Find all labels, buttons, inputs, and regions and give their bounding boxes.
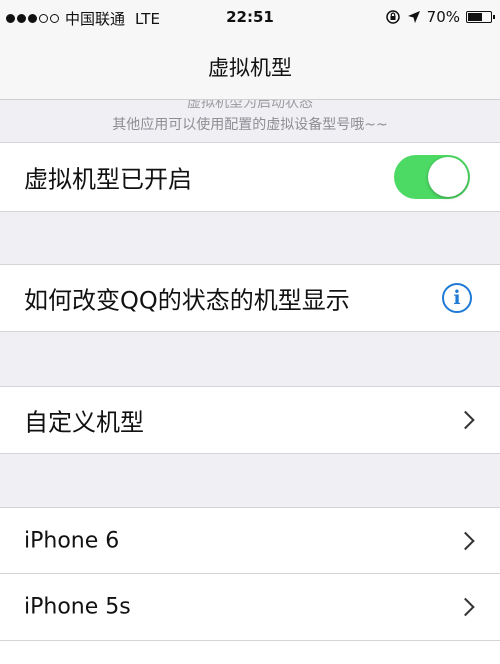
virtual-model-label: 虚拟机型已开启 <box>24 165 192 194</box>
custom-model-label: 自定义机型 <box>24 408 144 437</box>
rotation-lock-icon <box>385 10 400 24</box>
battery-icon <box>466 11 495 23</box>
battery-fill <box>468 13 482 21</box>
note-line-2: 其他应用可以使用配置的虚拟设备型号哦~~ <box>112 117 388 133</box>
next-list-item-partial[interactable] <box>0 640 500 664</box>
info-icon[interactable]: i <box>442 283 472 313</box>
chevron-right-icon <box>456 531 475 550</box>
status-bar: 中国联通 LTE 22:51 70% <box>0 0 500 34</box>
how-to-change-label: 如何改变QQ的状态的机型显示 <box>24 286 350 315</box>
battery-percent: 70% <box>426 8 460 26</box>
how-to-change-cell[interactable]: 如何改变QQ的状态的机型显示 i <box>0 264 500 332</box>
page-title: 虚拟机型 <box>208 56 292 80</box>
chevron-right-icon <box>456 410 475 430</box>
toggle-knob <box>428 157 468 197</box>
custom-model-cell[interactable]: 自定义机型 <box>0 386 500 454</box>
model-item-iphone5s[interactable]: iPhone 5s <box>0 573 500 641</box>
section-note: 虚拟机型为启动状态 其他应用可以使用配置的虚拟设备型号哦~~ <box>0 100 500 142</box>
virtual-model-toggle[interactable] <box>394 155 470 199</box>
navigation-bar: 虚拟机型 <box>0 34 500 100</box>
location-arrow-icon <box>407 11 420 23</box>
note-line-1: 虚拟机型为启动状态 <box>187 100 313 111</box>
status-right: 70% <box>385 8 495 26</box>
chevron-right-icon <box>456 597 475 617</box>
model-item-iphone6[interactable]: iPhone 6 <box>0 507 500 574</box>
model-item-label: iPhone 6 <box>24 528 120 553</box>
model-item-label: iPhone 5s <box>24 594 131 620</box>
virtual-model-cell: 虚拟机型已开启 <box>0 142 500 212</box>
